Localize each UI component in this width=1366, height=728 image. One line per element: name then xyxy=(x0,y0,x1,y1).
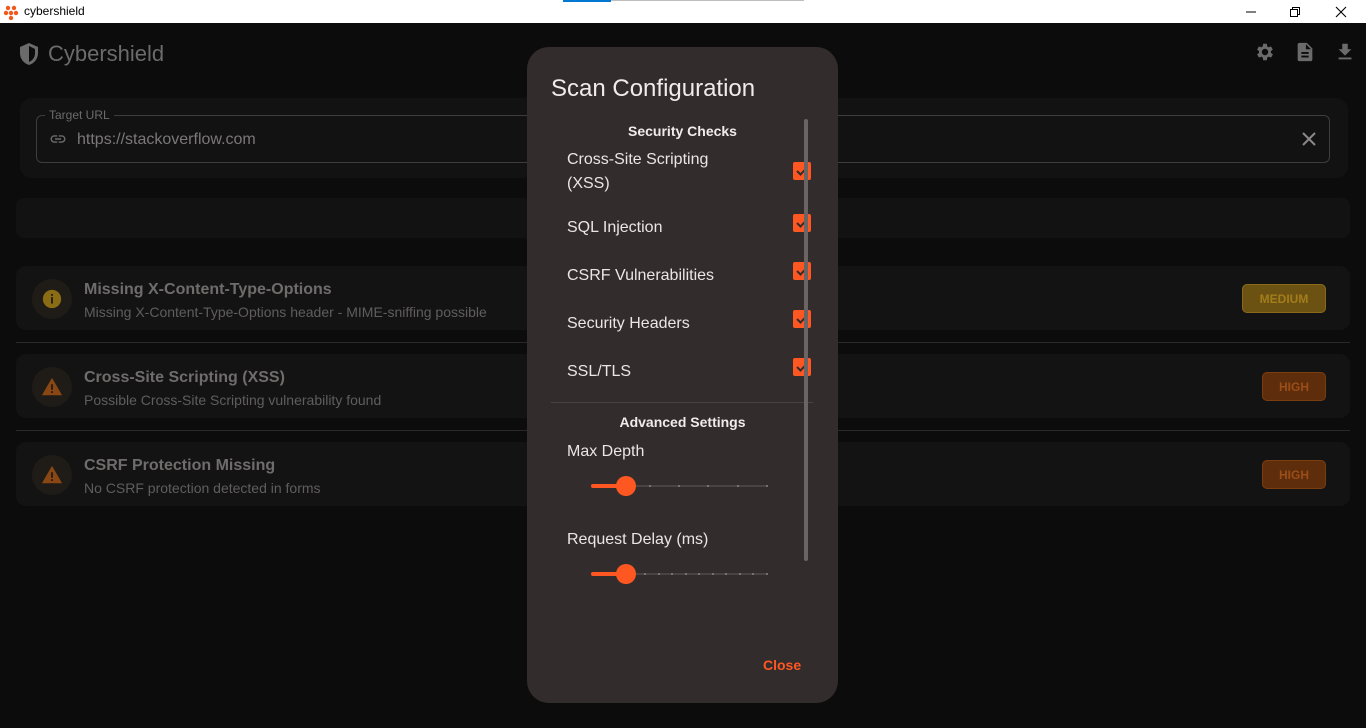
check-label: SQL Injection xyxy=(567,219,663,236)
advanced-settings-heading: Advanced Settings xyxy=(619,414,746,430)
checkbox-ssl-tls[interactable] xyxy=(793,358,811,376)
slider-tick xyxy=(766,485,768,487)
slider-tick xyxy=(712,573,714,575)
window-titlebar: cybershield xyxy=(0,0,1366,23)
close-icon xyxy=(1335,6,1347,17)
slider-tick xyxy=(737,485,739,487)
titlebar-accent xyxy=(563,0,611,2)
restore-icon xyxy=(1290,6,1300,17)
gear-icon[interactable] xyxy=(1254,41,1276,63)
check-row-ssl-tls[interactable]: SSL/TLS xyxy=(567,358,811,384)
link-icon xyxy=(50,135,66,143)
slider-tick xyxy=(649,485,651,487)
check-label: CSRF Vulnerabilities xyxy=(567,267,715,284)
slider-tick xyxy=(678,485,680,487)
slider-tick xyxy=(671,573,673,575)
target-url-label: Target URL xyxy=(45,108,114,122)
slider-tick xyxy=(725,573,727,575)
check-label: SSL/TLS xyxy=(567,363,632,380)
slider-tick xyxy=(766,573,768,575)
section-divider xyxy=(551,402,813,403)
checkbox-xss[interactable] xyxy=(793,162,811,180)
finding-description: Missing X-Content-Type-Options header - … xyxy=(84,304,487,320)
checkbox-security-headers[interactable] xyxy=(793,310,811,328)
close-button[interactable]: Close xyxy=(759,655,805,675)
finding-description: No CSRF protection detected in forms xyxy=(84,480,321,496)
warning-icon xyxy=(41,377,63,396)
check-label: Cross-Site Scripting (XSS) xyxy=(567,151,709,192)
download-icon[interactable] xyxy=(1334,41,1356,63)
request-delay-slider[interactable] xyxy=(591,564,768,584)
minimize-icon xyxy=(1246,11,1256,12)
brand: Cybershield xyxy=(18,41,164,67)
checkbox-sql-injection[interactable] xyxy=(793,214,811,232)
security-checks-heading: Security Checks xyxy=(628,123,737,139)
slider-tick xyxy=(752,573,754,575)
slider-thumb[interactable] xyxy=(616,564,636,584)
target-url-input[interactable]: https://stackoverflow.com xyxy=(77,131,256,149)
slider-tick xyxy=(658,573,660,575)
slider-tick xyxy=(698,573,700,575)
finding-title: Cross-Site Scripting (XSS) xyxy=(84,369,285,386)
severity-badge: HIGH xyxy=(1262,460,1326,489)
check-row-security-headers[interactable]: Security Headers xyxy=(567,310,811,336)
dialog-scrollbar[interactable] xyxy=(804,119,808,561)
close-window-button[interactable] xyxy=(1318,0,1364,23)
minimize-button[interactable] xyxy=(1228,0,1274,23)
slider-tick xyxy=(707,485,709,487)
check-row-xss[interactable]: Cross-Site Scripting (XSS) xyxy=(567,148,811,196)
finding-title: CSRF Protection Missing xyxy=(84,457,276,474)
window-title: cybershield xyxy=(24,4,85,18)
slider-tick xyxy=(685,573,687,575)
app-logo-icon xyxy=(3,5,19,20)
request-delay-label: Request Delay (ms) xyxy=(567,531,709,548)
shield-icon xyxy=(20,43,38,65)
dialog-scroll-area[interactable]: Security Checks Cross-Site Scripting (XS… xyxy=(527,115,838,629)
clear-icon[interactable] xyxy=(1299,129,1319,149)
document-icon[interactable] xyxy=(1294,41,1316,63)
severity-badge: MEDIUM xyxy=(1242,284,1326,313)
finding-icon-wrap xyxy=(32,455,72,495)
checkbox-csrf[interactable] xyxy=(793,262,811,280)
finding-icon-wrap xyxy=(32,367,72,407)
max-depth-slider[interactable] xyxy=(591,476,768,496)
finding-title: Missing X-Content-Type-Options xyxy=(84,281,332,298)
slider-tick xyxy=(644,573,646,575)
max-depth-label: Max Depth xyxy=(567,443,645,460)
finding-description: Possible Cross-Site Scripting vulnerabil… xyxy=(84,392,382,408)
scan-configuration-dialog: Scan Configuration Security Checks Cross… xyxy=(527,47,838,703)
header-actions xyxy=(1254,41,1356,63)
check-row-csrf[interactable]: CSRF Vulnerabilities xyxy=(567,262,811,288)
slider-tick xyxy=(739,573,741,575)
app-name: Cybershield xyxy=(48,41,165,66)
finding-icon-wrap xyxy=(32,279,72,319)
info-icon xyxy=(42,289,62,309)
warning-icon xyxy=(41,465,63,484)
slider-thumb[interactable] xyxy=(616,476,636,496)
severity-badge: HIGH xyxy=(1262,372,1326,401)
check-label: Security Headers xyxy=(567,315,690,332)
dialog-title: Scan Configuration xyxy=(551,75,756,102)
restore-button[interactable] xyxy=(1272,0,1318,23)
check-row-sql-injection[interactable]: SQL Injection xyxy=(567,214,811,240)
titlebar-line xyxy=(611,0,804,1)
